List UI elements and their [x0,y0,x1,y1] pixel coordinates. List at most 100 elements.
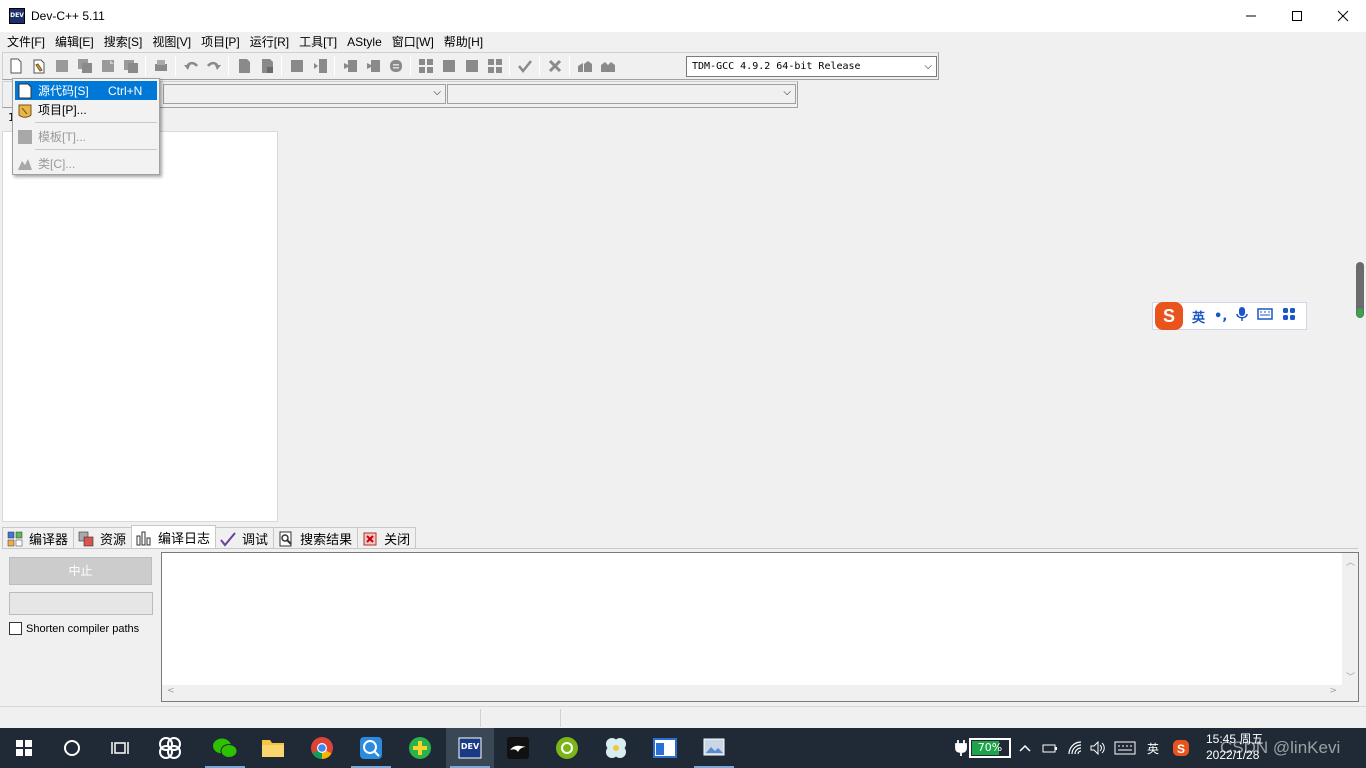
shorten-paths-option[interactable]: Shorten compiler paths [9,622,139,635]
tray-overflow-chevron-icon[interactable] [1019,728,1031,768]
tab-compile-log[interactable]: 编译日志 [131,525,217,549]
menu-edit[interactable]: 编辑[E] [50,32,99,52]
chevron-down-icon: ⌵ [433,87,441,98]
menu-search[interactable]: 搜索[S] [99,32,148,52]
print-button[interactable] [151,56,171,76]
profile-button[interactable] [598,56,618,76]
indent-button[interactable] [310,56,330,76]
ime-voice-button[interactable] [1236,306,1249,326]
taskbar-app-pinwheel[interactable] [146,728,194,768]
taskbar-app-360[interactable] [396,728,444,768]
menu-item-new-source[interactable]: 源代码[S] Ctrl+N [15,81,157,100]
member-combo[interactable]: ⌵ [447,84,796,104]
debug-button[interactable] [575,56,595,76]
input-lang-indicator[interactable]: 英 [1147,728,1159,768]
devcpp-app-icon[interactable]: DEV [9,8,25,24]
volume-icon[interactable] [1090,728,1106,768]
start-button[interactable] [0,728,48,768]
rebuild-button[interactable] [485,56,505,76]
redo-button[interactable] [204,56,224,76]
project-browser-panel[interactable] [2,131,278,522]
menu-item-new-project[interactable]: 项目[P]... [15,100,157,119]
ime-keyboard-button[interactable] [1257,308,1274,324]
menu-file[interactable]: 文件[F] [2,32,50,52]
menu-item-new-template[interactable]: 模板[T]... [15,127,157,146]
power-plug-icon[interactable] [955,728,967,768]
tab-resources[interactable]: 资源 [73,527,133,549]
taskbar-app-flower[interactable] [592,728,640,768]
tab-search-results[interactable]: 搜索结果 [273,527,359,549]
tab-close[interactable]: 关闭 [357,527,417,549]
tab-compiler[interactable]: 编译器 [2,527,75,549]
microphone-icon [1236,307,1249,321]
ime-toolbox-button[interactable] [1282,307,1296,325]
tab-label: 搜索结果 [300,532,353,547]
unindent-button[interactable] [340,56,360,76]
compile-button[interactable] [416,56,436,76]
run-button[interactable] [439,56,459,76]
minimize-button[interactable] [1228,0,1274,32]
bookmark-button[interactable] [386,56,406,76]
menu-astyle[interactable]: AStyle [342,32,387,52]
search-button[interactable] [48,728,96,768]
log-vertical-scrollbar[interactable]: ︿ ﹀ [1342,553,1358,685]
syntax-check-button[interactable] [515,56,535,76]
close-all-button[interactable] [121,56,141,76]
undo-button[interactable] [181,56,201,76]
taskbar-app-search-tool[interactable] [347,728,395,768]
menu-view[interactable]: 视图[V] [147,32,196,52]
task-view-button[interactable] [96,728,144,768]
battery-tray-icon[interactable] [1042,728,1058,768]
sogou-logo-icon[interactable]: S [1155,302,1183,330]
scroll-right-icon[interactable]: > [1329,686,1337,696]
menu-help[interactable]: 帮助[H] [439,32,488,52]
window-title: Dev-C++ 5.11 [31,9,105,23]
taskbar-app-screenshot[interactable] [690,728,738,768]
maximize-button[interactable] [1274,0,1320,32]
taskbar-app-chrome[interactable] [298,728,346,768]
find-button[interactable] [234,56,254,76]
scroll-down-icon[interactable]: ﹀ [1346,670,1355,683]
menu-tools[interactable]: 工具[T] [294,32,342,52]
touch-keyboard-icon[interactable] [1114,728,1136,768]
taskbar-app-bird[interactable] [494,728,542,768]
stop-execution-button[interactable] [545,56,565,76]
class-icon [17,156,33,172]
taskbar-app-explorer[interactable] [249,728,297,768]
battery-indicator[interactable]: 70% [969,738,1011,758]
shorten-paths-checkbox[interactable] [9,622,22,635]
tab-debug[interactable]: 调试 [215,527,275,549]
scroll-left-icon[interactable]: < [167,686,175,696]
menu-project[interactable]: 项目[P] [196,32,245,52]
goto-line-button[interactable] [287,56,307,76]
class-combo[interactable]: ⌵ [163,84,446,104]
open-file-button[interactable] [29,56,49,76]
stop-compile-button[interactable]: 中止 [9,557,152,585]
compile-run-icon [465,60,478,72]
ime-lang-toggle[interactable]: 英 [1192,307,1205,326]
toggle-comment-button[interactable] [363,56,383,76]
close-file-button[interactable] [98,56,118,76]
replace-button[interactable] [257,56,277,76]
new-file-button[interactable] [6,56,26,76]
menu-item-new-class[interactable]: 类[C]... [15,154,157,173]
log-horizontal-scrollbar[interactable]: < > [162,685,1342,701]
save-all-button[interactable] [75,56,95,76]
ime-punct-toggle[interactable]: •, [1214,309,1227,324]
taskbar-app-green-circle[interactable] [543,728,591,768]
compile-log-output[interactable]: ︿ ﹀ < > [161,552,1359,702]
compile-run-button[interactable] [462,56,482,76]
menu-run[interactable]: 运行[R] [245,32,294,52]
scroll-up-icon[interactable]: ︿ [1346,555,1355,568]
save-all-icon [77,59,92,73]
compiler-select[interactable]: TDM-GCC 4.9.2 64-bit Release ⌵ [686,56,937,77]
taskbar-app-devcpp[interactable]: DEV [446,728,494,768]
sogou-tray-icon[interactable]: S [1172,728,1190,768]
taskbar-app-window[interactable] [641,728,689,768]
compile-icon [418,59,433,73]
close-window-button[interactable] [1320,0,1366,32]
taskbar-app-wechat[interactable] [201,728,249,768]
save-button[interactable] [52,56,72,76]
wifi-icon[interactable] [1068,728,1084,768]
menu-window[interactable]: 窗口[W] [387,32,439,52]
